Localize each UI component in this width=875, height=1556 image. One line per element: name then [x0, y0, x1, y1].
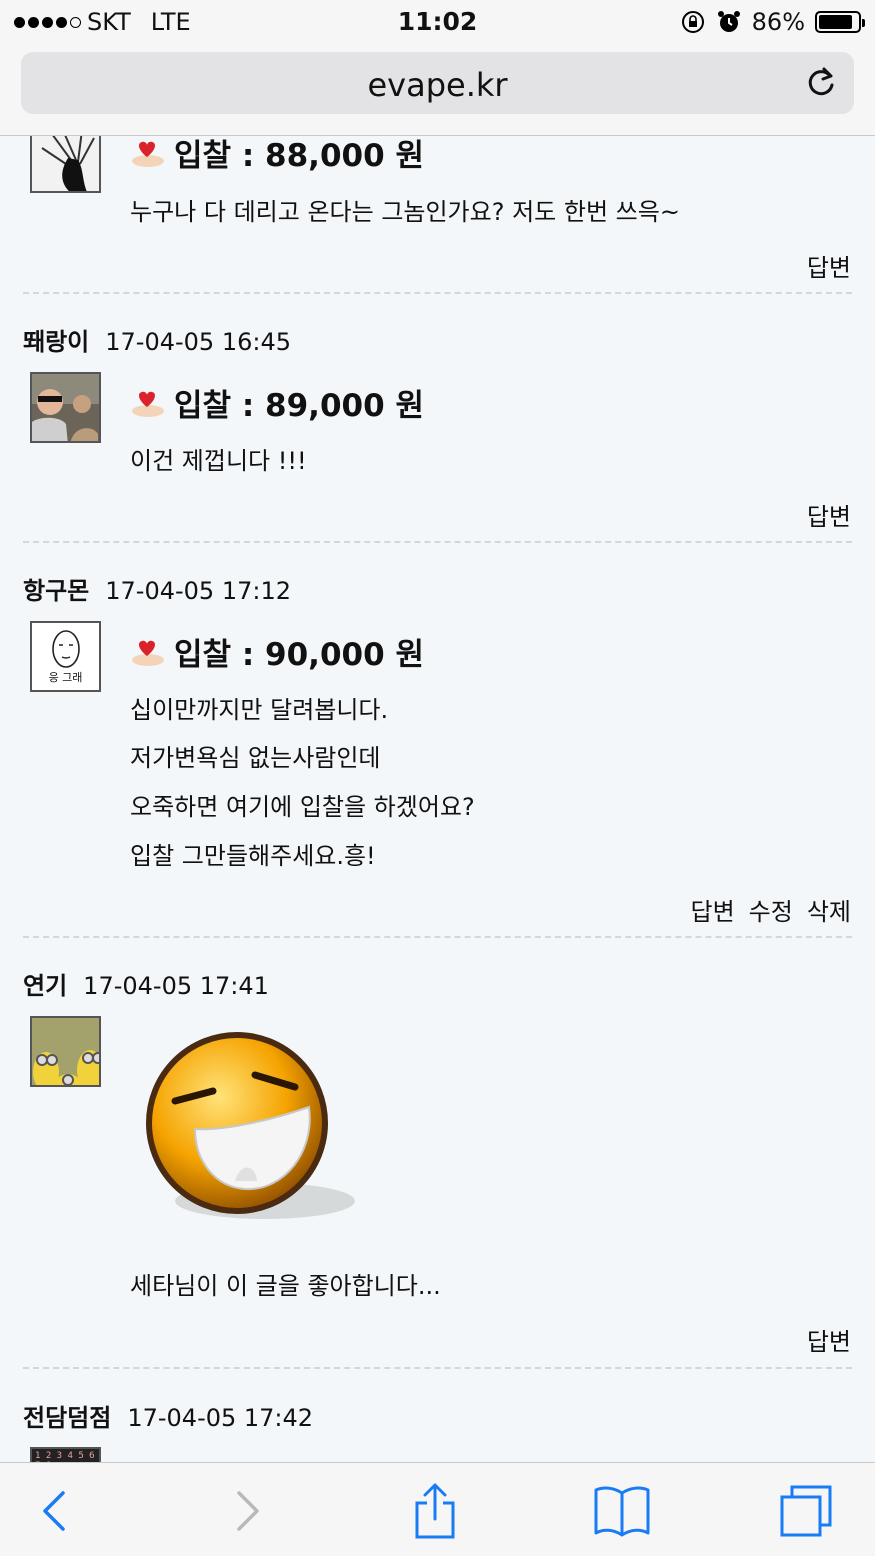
- author-name[interactable]: 뙈랑이: [23, 328, 89, 356]
- comment-text: 이건 제껍니다 !!!: [130, 447, 307, 475]
- comment-text: 오죽하면 여기에 입찰을 하겠어요?: [130, 793, 475, 821]
- delete-button[interactable]: 삭제: [807, 892, 851, 927]
- share-button[interactable]: [405, 1483, 465, 1539]
- comment-date: 17-04-05 17:12: [105, 577, 291, 605]
- avatar: [30, 372, 101, 443]
- author-name[interactable]: 연기: [23, 972, 67, 1000]
- bid-text: 입찰 : 88,000 원: [174, 138, 424, 174]
- avatar-caption: 응 그래: [48, 671, 83, 684]
- tabs-icon[interactable]: [778, 1483, 834, 1539]
- orientation-lock-icon: [681, 11, 704, 33]
- comment-header: 전담덤점 17-04-05 17:42: [23, 1398, 313, 1433]
- back-icon[interactable]: [39, 1489, 69, 1533]
- comment-actions: 답변 수정 삭제: [690, 892, 851, 927]
- status-right: 86%: [680, 8, 865, 36]
- avatar: [30, 1016, 101, 1087]
- comment-text: 누구나 다 데리고 온다는 그놈인가요? 저도 한번 쓰윽~: [130, 198, 680, 226]
- comment-header: 항구몬 17-04-05 17:12: [23, 571, 291, 606]
- laughing-emoticon-icon: [146, 1032, 355, 1219]
- bid-amount: 입찰 : 89,000 원: [128, 380, 424, 425]
- comment-text: 입찰 그만들해주세요.흥!: [130, 842, 376, 870]
- bookmarks-icon[interactable]: [593, 1485, 651, 1537]
- reply-button[interactable]: 답변: [807, 248, 851, 283]
- address-bar[interactable]: evape.kr: [21, 52, 854, 114]
- comment-actions: 답변: [807, 1322, 851, 1357]
- comment-text: 저가변욕심 없는사람인데: [130, 744, 381, 772]
- comment-text: 세타님이 이 글을 좋아합니다...: [130, 1272, 441, 1300]
- reload-icon[interactable]: [804, 66, 838, 100]
- comment-actions: 답변: [807, 248, 851, 283]
- reply-button[interactable]: 답변: [807, 1322, 851, 1357]
- alarm-icon: [717, 11, 740, 32]
- author-name[interactable]: 전담덤점: [23, 1404, 111, 1432]
- author-name[interactable]: 항구몬: [23, 577, 89, 605]
- avatar: 응 그래: [30, 621, 101, 692]
- divider: [23, 936, 852, 938]
- comment-date: 17-04-05 17:41: [83, 972, 269, 1000]
- comment-text: 십이만까지만 달려봅니다.: [130, 696, 389, 724]
- battery-icon: [815, 11, 865, 33]
- comment-actions: 답변: [807, 497, 851, 532]
- divider: [23, 541, 852, 543]
- battery-fill: [819, 15, 852, 29]
- bid-text: 입찰 : 90,000 원: [174, 637, 424, 673]
- comment-header: 뙈랑이 17-04-05 16:45: [23, 322, 291, 357]
- edit-button[interactable]: 수정: [749, 892, 793, 927]
- reply-button[interactable]: 답변: [807, 497, 851, 532]
- share-icon[interactable]: [412, 1483, 458, 1539]
- comment-date: 17-04-05 17:42: [127, 1404, 314, 1432]
- url-text[interactable]: evape.kr: [21, 66, 854, 104]
- forward-icon[interactable]: [233, 1489, 263, 1533]
- heart-hand-icon: [132, 141, 164, 167]
- bid-amount: 입찰 : 90,000 원: [128, 629, 424, 674]
- comment-date: 17-04-05 16:45: [105, 328, 291, 356]
- heart-hand-icon: [132, 640, 164, 666]
- comment-list: 입찰 : 88,000 원 누구나 다 데리고 온다는 그놈인가요? 저도 한번…: [0, 136, 875, 1462]
- comment-header: 연기 17-04-05 17:41: [23, 966, 269, 1001]
- bookmarks-button[interactable]: [592, 1483, 652, 1539]
- bid-amount: 입찰 : 88,000 원: [128, 136, 424, 175]
- reply-button[interactable]: 답변: [690, 892, 734, 927]
- forward-button[interactable]: [218, 1483, 278, 1539]
- battery-percent: 86%: [751, 8, 805, 36]
- divider: [23, 292, 852, 294]
- status-bar: SKT LTE 11:02 86%: [0, 0, 875, 44]
- face-drawing-icon: [52, 630, 80, 668]
- bid-text: 입찰 : 89,000 원: [174, 388, 424, 424]
- avatar: 1 2 3 4 5 6 7 8: [30, 1447, 101, 1462]
- browser-address-area: evape.kr: [0, 44, 875, 136]
- divider: [23, 1367, 852, 1369]
- back-button[interactable]: [24, 1483, 84, 1539]
- avatar: [30, 136, 101, 193]
- tabs-button[interactable]: [776, 1483, 836, 1539]
- browser-toolbar: [0, 1462, 875, 1556]
- avatar-caption: 1 2 3 4 5 6 7 8: [35, 1451, 95, 1462]
- heart-hand-icon: [132, 391, 164, 417]
